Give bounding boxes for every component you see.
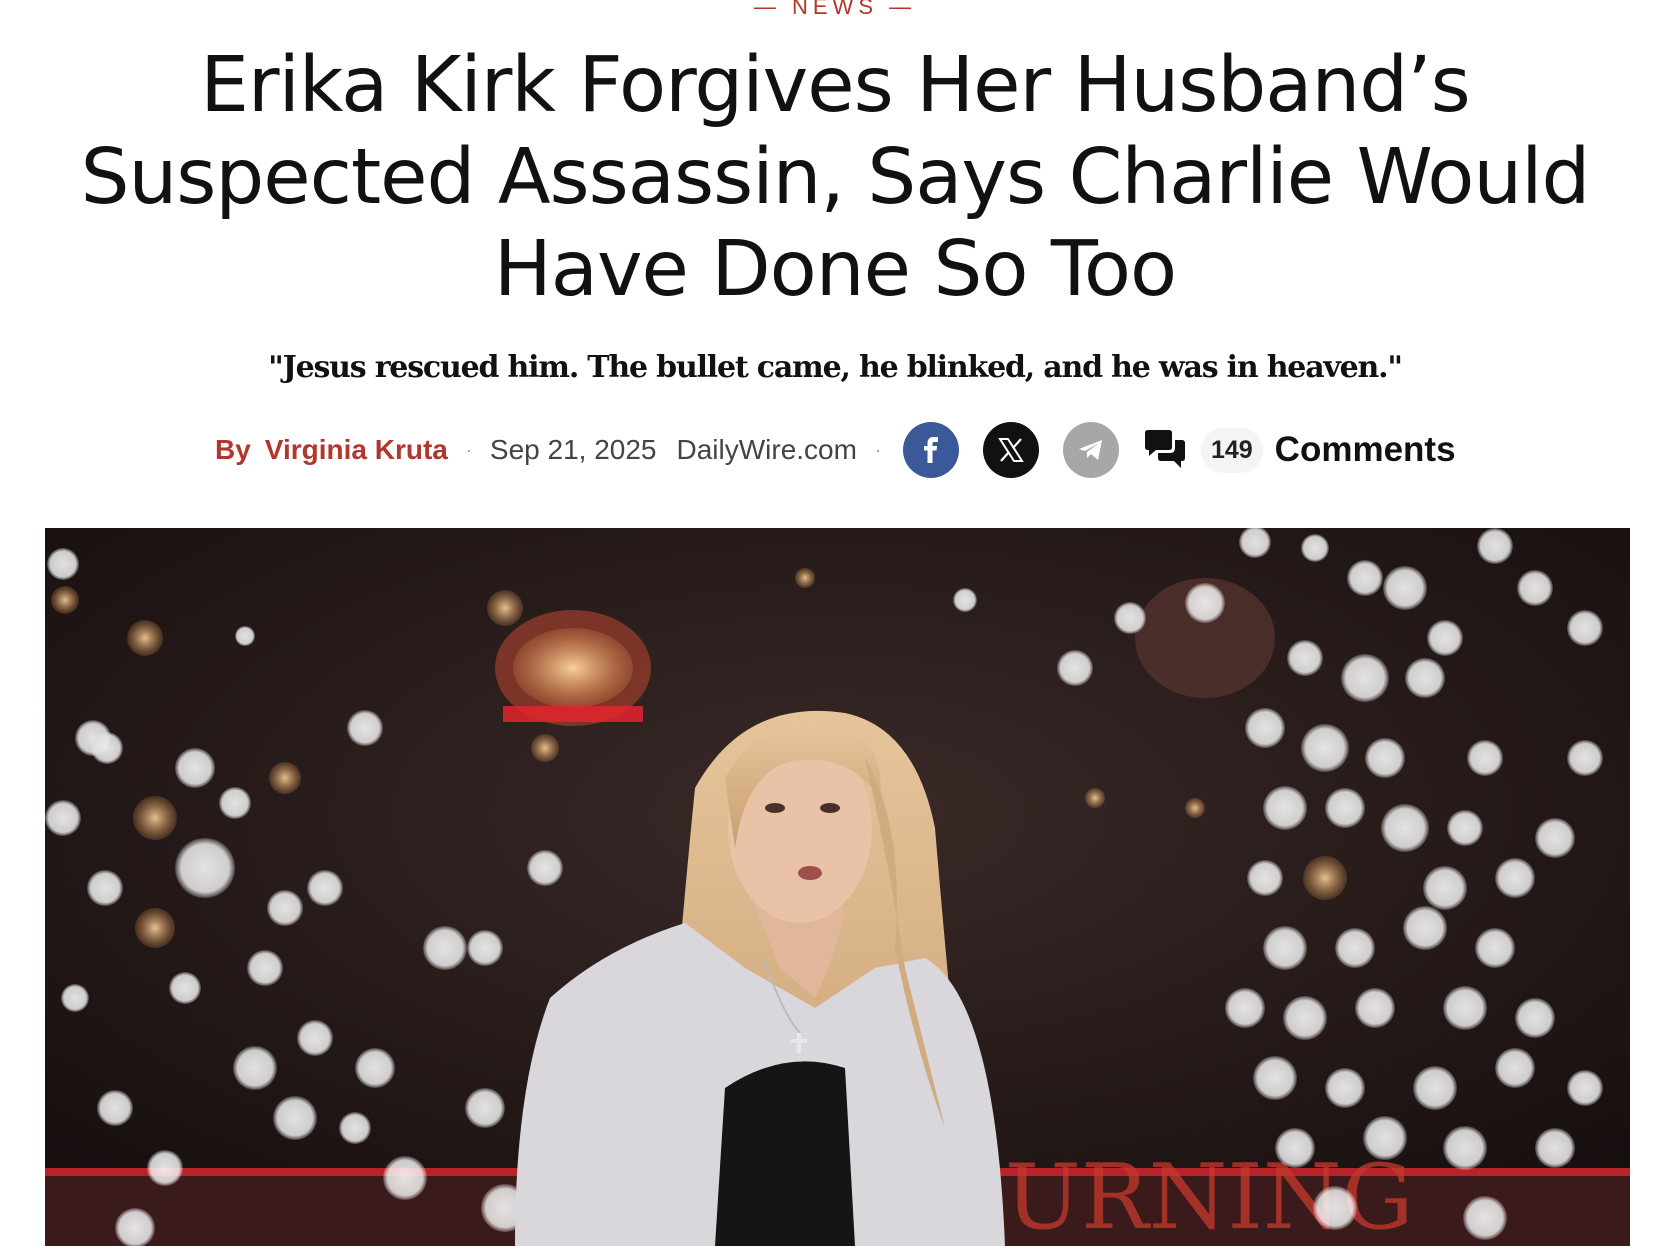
hero-image: URNING [45, 528, 1630, 1246]
comments-link[interactable]: 149 Comments [1143, 427, 1456, 473]
article-subheadline: "Jesus rescued him. The bullet came, he … [268, 350, 1403, 385]
facebook-share-button[interactable] [902, 422, 959, 478]
hero-photo: URNING [45, 528, 1630, 1246]
telegram-share-button[interactable] [1062, 422, 1119, 478]
facebook-icon [923, 437, 938, 463]
comments-icon [1144, 430, 1185, 468]
byline-separator-2: · [874, 439, 881, 460]
publish-date: Sep 21, 2025 [489, 434, 657, 465]
comments-label: Comments [1274, 430, 1456, 469]
source-label: DailyWire.com [676, 434, 857, 465]
author-link[interactable]: Virginia Kruta [265, 434, 448, 466]
section-kicker[interactable]: — NEWS — [0, 0, 1654, 20]
byline-prefix: By [215, 434, 251, 465]
byline-separator: · [465, 439, 472, 460]
x-share-button[interactable] [982, 422, 1039, 478]
x-icon [998, 438, 1024, 462]
telegram-icon [1078, 440, 1102, 460]
article-headline: Erika Kirk Forgives Her Husband’s Suspec… [80, 41, 1591, 314]
byline: By Virginia Kruta · Sep 21, 2025 DailyWi… [215, 418, 1456, 482]
comment-count: 149 [1200, 427, 1263, 473]
article-page: — NEWS — Erika Kirk Forgives Her Husband… [0, 0, 1654, 1246]
